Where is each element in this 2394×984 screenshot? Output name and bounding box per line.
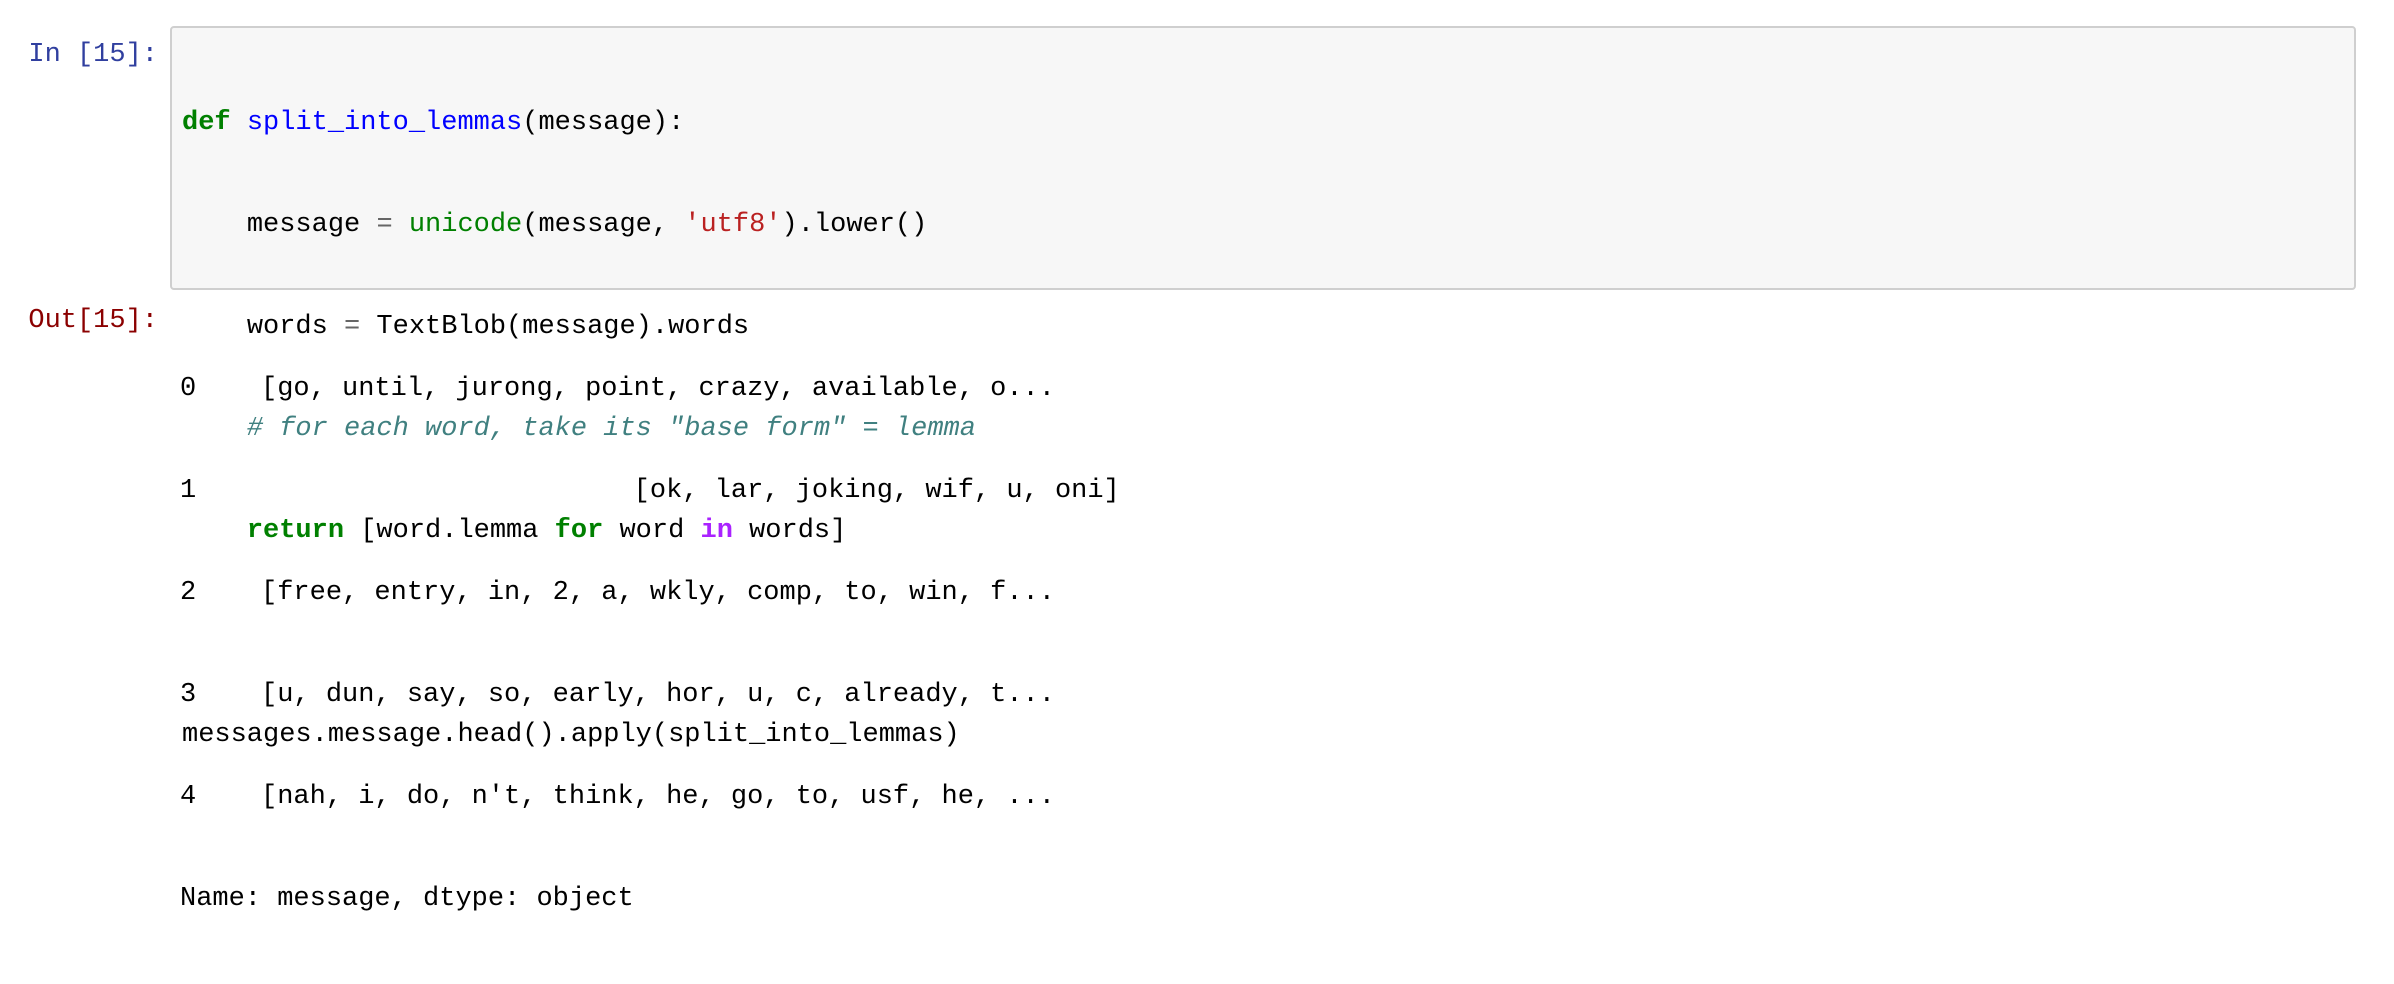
code-line-1: def split_into_lemmas(message): bbox=[182, 106, 976, 140]
input-cell[interactable]: In [15]: def split_into_lemmas(message):… bbox=[0, 26, 2394, 750]
operator: = bbox=[376, 210, 393, 240]
code-line-2: message = unicode(message, 'utf8').lower… bbox=[182, 208, 976, 242]
output-text: 0 [go, until, jurong, point, crazy, avai… bbox=[180, 304, 1120, 984]
output-line-0: 0 [go, until, jurong, point, crazy, avai… bbox=[180, 374, 1055, 404]
builtin-name: unicode bbox=[408, 210, 523, 240]
code-text: (message, bbox=[522, 210, 685, 240]
code-editor[interactable]: def split_into_lemmas(message): message … bbox=[170, 26, 2356, 750]
function-name: split_into_lemmas bbox=[246, 108, 523, 138]
output-cell: Out[15]: 0 [go, until, jurong, point, cr… bbox=[0, 302, 2394, 914]
input-prompt: In [15]: bbox=[28, 40, 158, 70]
output-line-4: 4 [nah, i, do, n't, think, he, go, to, u… bbox=[180, 782, 1055, 812]
code-text: (message): bbox=[522, 108, 685, 138]
keyword-def: def bbox=[182, 108, 231, 138]
output-line-3: 3 [u, dun, say, so, early, hor, u, c, al… bbox=[180, 680, 1055, 710]
code-text: message bbox=[246, 210, 377, 240]
output-dtype-line: Name: message, dtype: object bbox=[180, 884, 634, 914]
output-line-2: 2 [free, entry, in, 2, a, wkly, comp, to… bbox=[180, 578, 1055, 608]
output-prompt: Out[15]: bbox=[28, 306, 158, 336]
code-text: ).lower() bbox=[781, 210, 928, 240]
string-literal: 'utf8' bbox=[684, 210, 782, 240]
output-line-1: 1 [ok, lar, joking, wif, u, oni] bbox=[180, 476, 1120, 506]
